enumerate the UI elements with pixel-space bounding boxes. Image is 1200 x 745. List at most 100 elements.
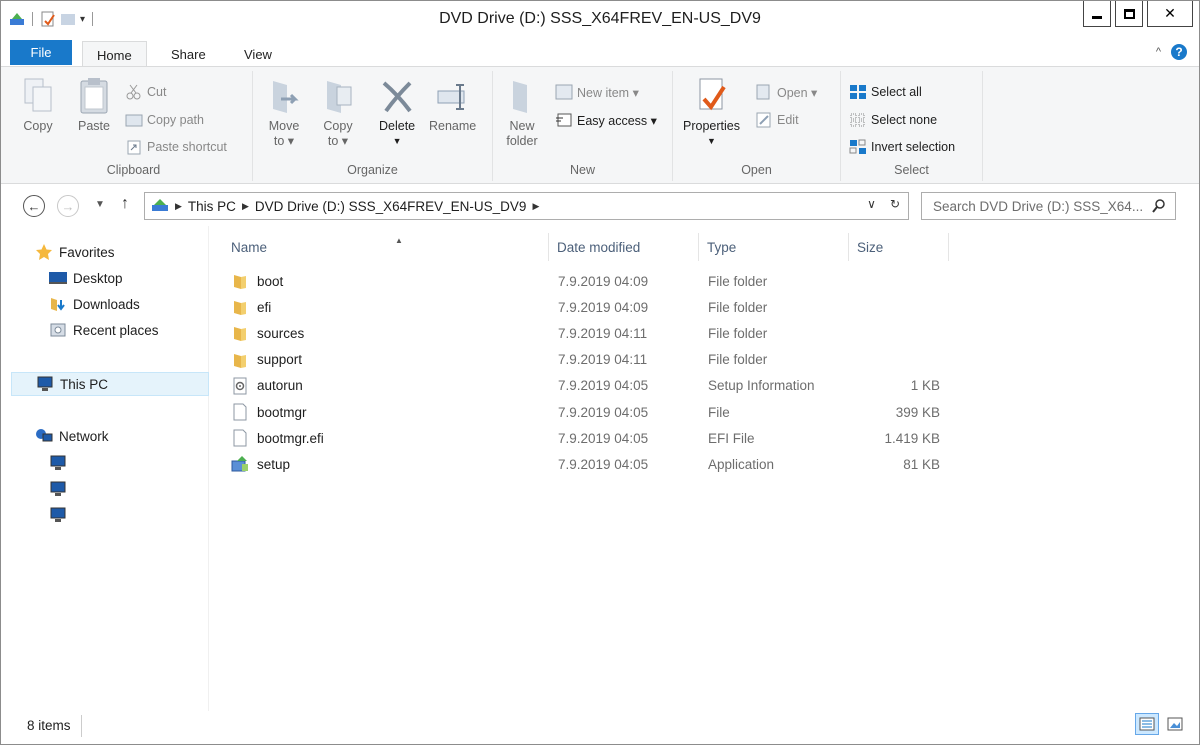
select-all-label: Select all [871, 85, 922, 99]
breadcrumb-chevron-icon[interactable]: ▶ [175, 201, 182, 212]
new-item-button[interactable]: New item ▾ [555, 81, 639, 103]
forward-arrow-icon: → [61, 198, 75, 214]
file-row[interactable]: setup 7.9.2019 04:05 Application 81 KB [231, 451, 951, 477]
recent-locations-dropdown-icon[interactable]: ▼ [95, 199, 105, 210]
tab-file[interactable]: File [10, 40, 72, 65]
select-none-label: Select none [871, 113, 938, 127]
nav-favorites[interactable]: Favorites [35, 244, 115, 260]
nav-recent-places[interactable]: Recent places [49, 322, 159, 338]
refresh-icon[interactable]: ↻ [890, 197, 900, 211]
properties-dropdown-icon[interactable]: ▼ [707, 134, 716, 149]
maximize-button[interactable] [1115, 1, 1143, 27]
file-name: support [257, 352, 303, 368]
nav-this-pc[interactable]: This PC [11, 372, 209, 396]
nav-favorites-label: Favorites [59, 244, 115, 260]
file-name: autorun [257, 378, 303, 394]
close-icon: ✕ [1164, 5, 1176, 21]
copy-button[interactable]: Copy [21, 77, 55, 134]
file-row[interactable]: bootmgr.efi 7.9.2019 04:05 EFI File 1.419 K… [231, 425, 951, 451]
cut-button[interactable]: Cut [125, 81, 166, 103]
delete-dropdown-icon[interactable]: ▼ [393, 134, 402, 149]
address-bar[interactable]: ▶ This PC ▶ DVD Drive (D:) SSS_X64FREV_E… [144, 192, 909, 220]
select-none-button[interactable]: Select none [849, 109, 937, 131]
column-header-name[interactable]: Name ▲ [223, 233, 549, 261]
invert-selection-button[interactable]: Invert selection [849, 136, 955, 158]
new-group: New folder New item ▾ Easy access ▾ New [493, 71, 673, 181]
nav-network-computer[interactable] [49, 507, 67, 523]
breadcrumb-dvd-drive[interactable]: DVD Drive (D:) SSS_X64FREV_EN-US_DV9 [255, 199, 527, 214]
new-folder-button[interactable]: New folder [505, 77, 539, 149]
nav-network-computer[interactable] [49, 481, 67, 497]
minimize-button[interactable] [1083, 1, 1111, 27]
file-date: 7.9.2019 04:05 [558, 404, 649, 420]
nav-desktop-label: Desktop [73, 270, 123, 286]
file-name-cell[interactable]: setup [231, 455, 551, 473]
navigation-bar: ← → ▼ ↑ ▶ This PC ▶ DVD Drive (D:) SSS_X… [1, 184, 1199, 226]
select-group-label: Select [894, 163, 929, 177]
file-row[interactable]: autorun 7.9.2019 04:05 Setup Information 1 … [231, 373, 951, 399]
delete-button[interactable]: Delete ▼ [379, 77, 415, 149]
column-header-size[interactable]: Size [849, 233, 949, 261]
move-to-button[interactable]: Move to ▾ [267, 77, 301, 149]
edit-button[interactable]: Edit [755, 109, 799, 131]
breadcrumb-chevron-icon[interactable]: ▶ [532, 201, 539, 212]
open-group: Properties ▼ Open ▾ Edit Open [673, 71, 841, 181]
rename-button[interactable]: Rename [429, 77, 476, 134]
file-name: efi [257, 299, 272, 315]
nav-network[interactable]: Network [35, 428, 109, 444]
copy-path-button[interactable]: Copy path [125, 109, 204, 131]
address-dropdown-icon[interactable]: ∨ [867, 197, 876, 211]
paste-shortcut-button[interactable]: Paste shortcut [125, 136, 227, 158]
delete-x-icon [380, 77, 414, 115]
nav-desktop[interactable]: Desktop [49, 270, 123, 286]
file-row[interactable]: support 7.9.2019 04:11 File folder [231, 347, 951, 373]
open-button[interactable]: Open ▾ [755, 81, 817, 103]
search-placeholder: Search DVD Drive (D:) SSS_X64... [933, 198, 1144, 214]
column-header-date[interactable]: Date modified [549, 233, 699, 261]
file-name-cell[interactable]: autorun [231, 377, 551, 395]
status-bar: 8 items [1, 711, 1199, 744]
file-row[interactable]: boot 7.9.2019 04:09 File folder [231, 268, 951, 294]
search-box[interactable]: Search DVD Drive (D:) SSS_X64... [921, 192, 1176, 220]
file-name-cell[interactable]: support [231, 351, 551, 369]
new-folder-label: New [509, 119, 535, 133]
new-folder-label-2: folder [506, 134, 538, 148]
file-name-cell[interactable]: bootmgr [231, 403, 551, 421]
back-button[interactable]: ← [23, 195, 45, 217]
properties-button[interactable]: Properties ▼ [683, 77, 740, 149]
easy-access-button[interactable]: Easy access ▾ [555, 109, 657, 131]
file-name-cell[interactable]: efi [231, 298, 551, 316]
nav-network-computer[interactable] [49, 455, 67, 471]
details-view-button[interactable] [1135, 713, 1159, 735]
copy-to-button[interactable]: Copy to ▾ [321, 77, 355, 149]
column-header-type[interactable]: Type [699, 233, 849, 261]
maximize-icon [1123, 8, 1135, 19]
forward-button[interactable]: → [57, 195, 79, 217]
nav-downloads[interactable]: Downloads [49, 296, 140, 312]
search-icon[interactable] [1151, 198, 1167, 214]
ribbon: Copy Paste Cut Copy path Paste shortcut … [1, 66, 1199, 184]
tab-home[interactable]: Home [82, 41, 147, 69]
help-icon[interactable]: ? [1171, 44, 1187, 60]
up-arrow-icon[interactable]: ↑ [121, 195, 129, 213]
breadcrumb-chevron-icon[interactable]: ▶ [242, 201, 249, 212]
new-group-label: New [569, 163, 595, 177]
close-button[interactable]: ✕ [1147, 1, 1193, 27]
breadcrumb-this-pc[interactable]: This PC [188, 199, 236, 214]
ribbon-tabs: File Home Share View ^ ? [1, 38, 1199, 69]
paste-button[interactable]: Paste [77, 77, 111, 134]
file-name-cell[interactable]: sources [231, 324, 551, 342]
file-size: 399 KB [895, 404, 940, 420]
file-name-cell[interactable]: bootmgr.efi [231, 429, 551, 447]
file-row[interactable]: sources 7.9.2019 04:11 File folder [231, 320, 951, 346]
folder-icon [231, 272, 249, 290]
file-name-cell[interactable]: boot [231, 272, 551, 290]
select-all-button[interactable]: Select all [849, 81, 922, 103]
tab-view[interactable]: View [230, 41, 286, 68]
large-icons-view-button[interactable] [1163, 713, 1187, 735]
address-controls: ∨ ↻ [867, 197, 900, 211]
tab-share[interactable]: Share [157, 41, 220, 68]
file-row[interactable]: efi 7.9.2019 04:09 File folder [231, 294, 951, 320]
file-row[interactable]: bootmgr 7.9.2019 04:05 File 399 KB [231, 399, 951, 425]
collapse-ribbon-icon[interactable]: ^ [1156, 46, 1161, 58]
